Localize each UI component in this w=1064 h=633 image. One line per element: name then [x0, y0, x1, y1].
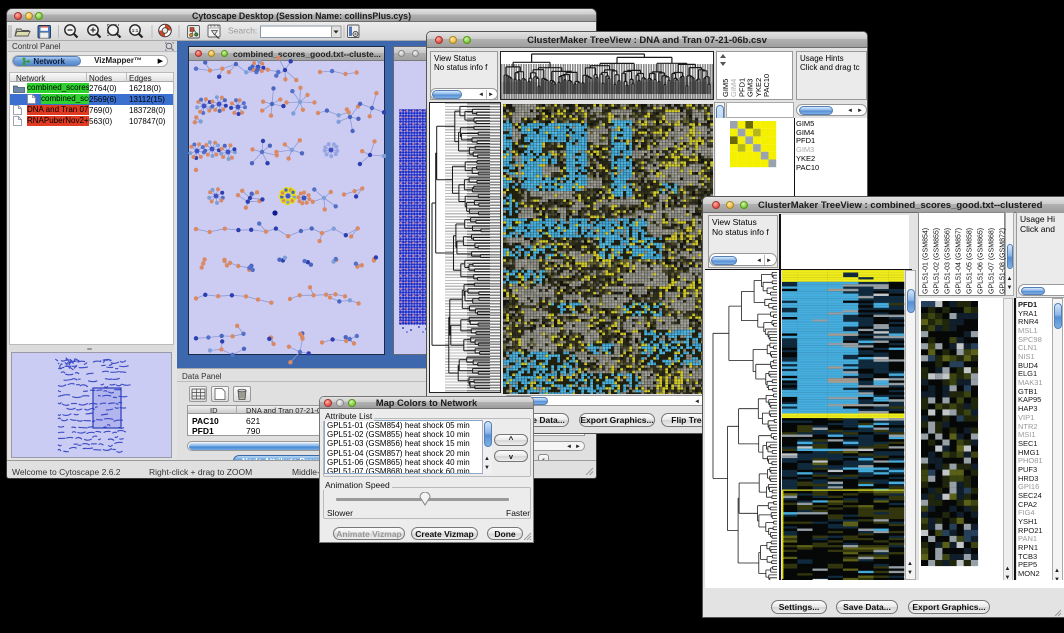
svg-text:GPL51-08 (GSM872): GPL51-08 (GSM872) [1000, 228, 1007, 294]
svg-text:GPL51-07 (GSM868): GPL51-07 (GSM868) [989, 228, 996, 294]
svg-text:PAC10: PAC10 [762, 74, 771, 97]
svg-text:GPL51-01 (GSM854): GPL51-01 (GSM854) [923, 228, 930, 294]
svg-text:GPL51-02 (GSM855): GPL51-02 (GSM855) [934, 228, 941, 294]
svg-text:GPL51-04 (GSM857): GPL51-04 (GSM857) [956, 228, 963, 294]
svg-text:GPL51-06 (GSM865): GPL51-06 (GSM865) [978, 228, 985, 294]
svg-text:GPL51-03 (GSM856): GPL51-03 (GSM856) [945, 228, 952, 294]
svg-text:GPL51-05 (GSM858): GPL51-05 (GSM858) [967, 228, 974, 294]
